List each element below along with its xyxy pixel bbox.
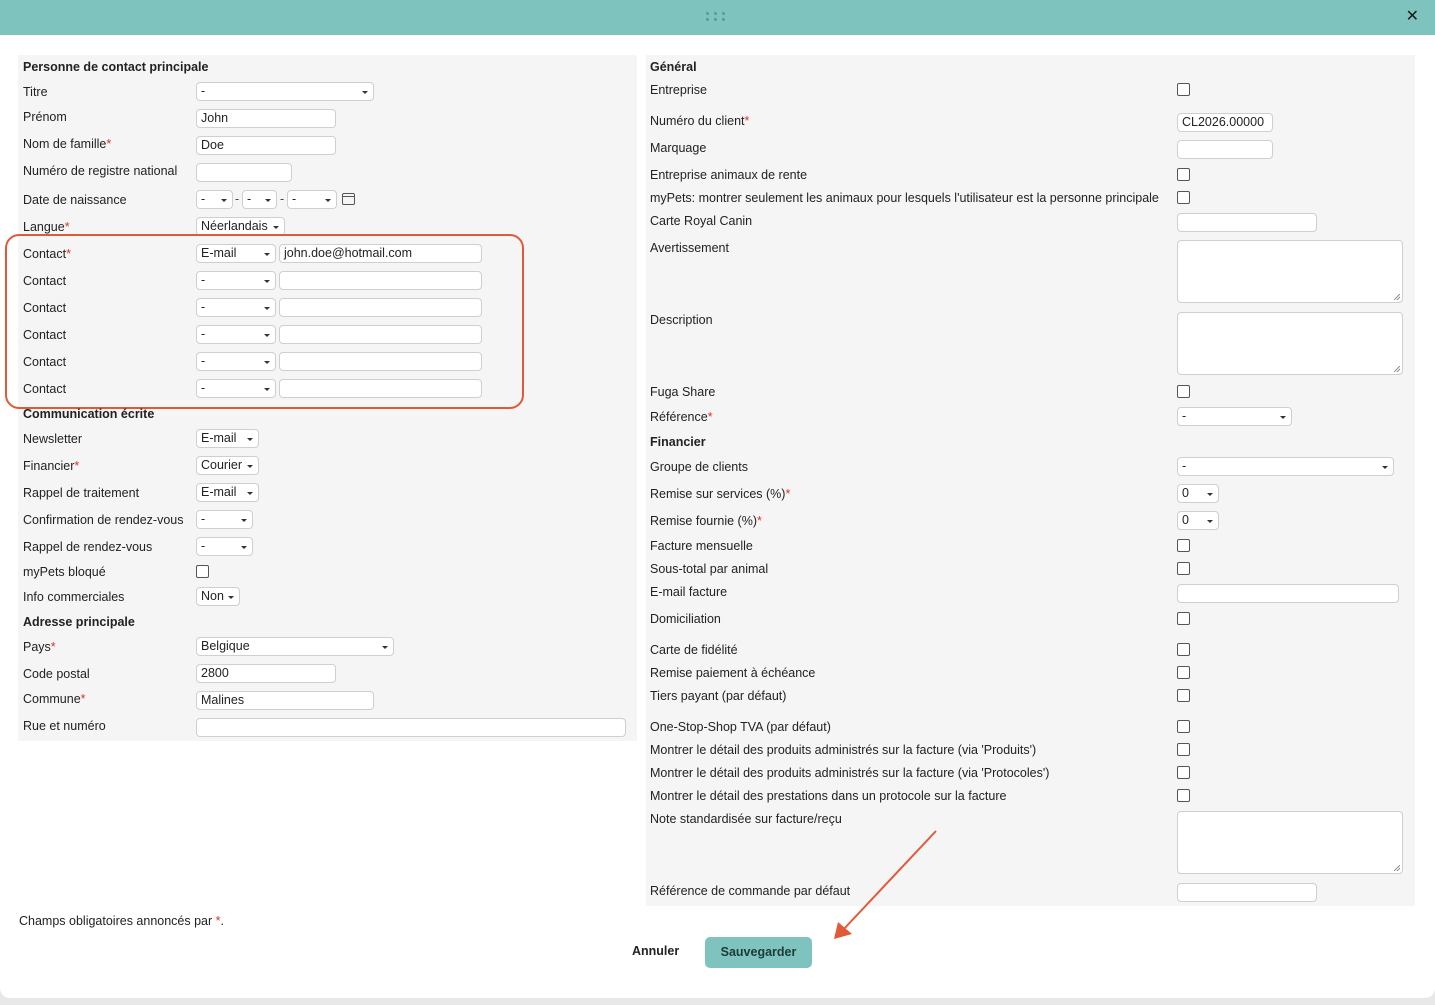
- arrow-annotation-icon: [834, 830, 937, 939]
- client-dialog: ✕ Personne de contact principale Titre -…: [0, 0, 1435, 998]
